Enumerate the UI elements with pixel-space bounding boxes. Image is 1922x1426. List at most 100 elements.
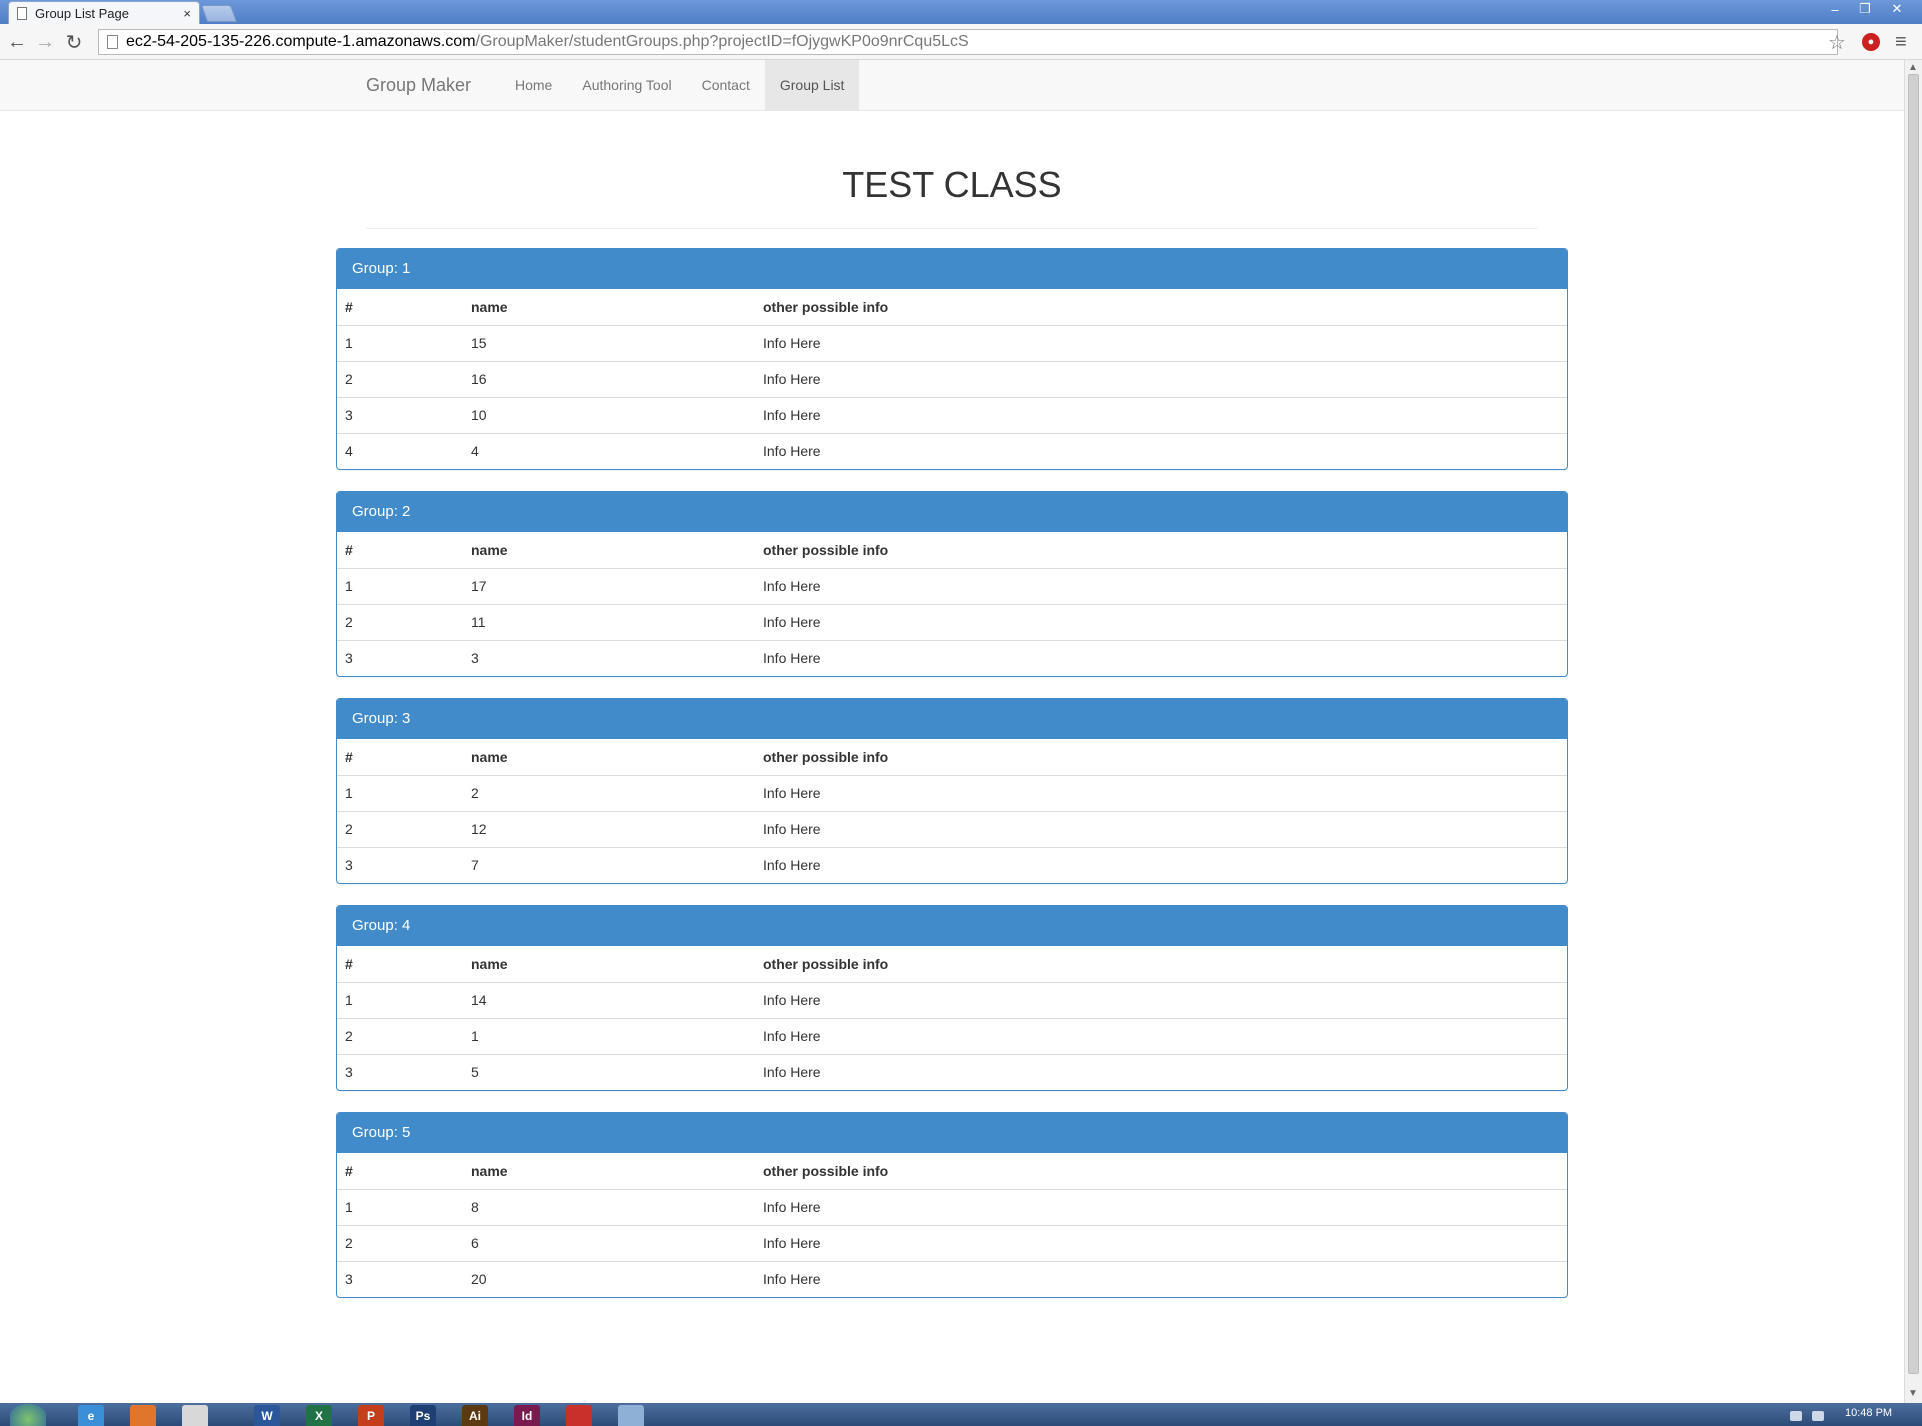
group-panel: Group: 2 # name other possible info 1 17 Info … <box>336 491 1568 677</box>
window-close-icon[interactable]: ✕ <box>1882 0 1912 18</box>
browser-tab[interactable]: Group List Page × <box>8 1 200 24</box>
table-row: 1 2 Info Here <box>337 774 1567 811</box>
os-taskbar: e W X P Ps Ai Id 10:48 PM <box>0 1403 1922 1426</box>
group-table: # name other possible info 1 2 Info Here 2 12 In… <box>337 739 1567 883</box>
taskbar-paint-icon[interactable] <box>618 1405 644 1426</box>
group-title: Group: 1 <box>337 249 1567 289</box>
taskbar-word-icon[interactable]: W <box>254 1405 280 1426</box>
taskbar-powerpoint-icon[interactable]: P <box>358 1405 384 1426</box>
member-info: Info Here <box>755 360 1567 397</box>
reload-icon[interactable]: ↻ <box>62 30 86 54</box>
member-info: Info Here <box>755 639 1567 676</box>
forward-icon[interactable]: → <box>33 30 57 54</box>
app-navbar: Group Maker Home Authoring Tool Contact Gro… <box>0 60 1904 111</box>
table-row: 3 3 Info Here <box>337 639 1567 676</box>
member-info: Info Here <box>755 1017 1567 1054</box>
table-header-row: # name other possible info <box>337 289 1567 325</box>
group-panel: Group: 5 # name other possible info 1 8 Info H… <box>336 1112 1568 1298</box>
table-row: 2 6 Info Here <box>337 1224 1567 1261</box>
table-row: 3 5 Info Here <box>337 1053 1567 1090</box>
table-row: 3 7 Info Here <box>337 846 1567 883</box>
member-name: 1 <box>463 1017 755 1054</box>
url-path: /GroupMaker/studentGroups.php?projectID=… <box>475 33 969 50</box>
row-number: 3 <box>337 639 463 676</box>
page-viewport: Group Maker Home Authoring Tool Contact Gro… <box>0 60 1904 1403</box>
table-row: 4 4 Info Here <box>337 432 1567 469</box>
taskbar-acrobat-icon[interactable] <box>566 1405 592 1426</box>
column-header: # <box>345 1162 353 1179</box>
column-header: other possible info <box>763 1162 889 1179</box>
row-number: 2 <box>337 603 463 640</box>
group-title: Group: 2 <box>337 492 1567 532</box>
table-header-row: # name other possible info <box>337 739 1567 775</box>
nav-link-group-list[interactable]: Group List <box>764 60 860 110</box>
table-row: 3 20 Info Here <box>337 1260 1567 1297</box>
member-info: Info Here <box>755 396 1567 433</box>
clock[interactable]: 10:48 PM <box>1845 1407 1892 1419</box>
member-info: Info Here <box>755 1224 1567 1261</box>
page-icon <box>107 35 118 49</box>
document-icon <box>17 6 27 20</box>
table-row: 1 17 Info Here <box>337 567 1567 604</box>
taskbar-firefox-icon[interactable] <box>130 1405 156 1426</box>
member-info: Info Here <box>755 603 1567 640</box>
bookmark-star-icon[interactable]: ☆ <box>1828 30 1846 55</box>
column-header: other possible info <box>763 955 889 972</box>
table-row: 3 10 Info Here <box>337 396 1567 433</box>
table-row: 2 16 Info Here <box>337 360 1567 397</box>
new-tab-button[interactable] <box>200 5 238 22</box>
taskbar-excel-icon[interactable]: X <box>306 1405 332 1426</box>
group-table: # name other possible info 1 8 Info Here 2 6 Inf… <box>337 1153 1567 1297</box>
column-header: # <box>345 955 353 972</box>
member-name: 16 <box>463 360 755 397</box>
taskbar-photoshop-icon[interactable]: Ps <box>410 1405 436 1426</box>
browser-toolbar: ← → ↻ ec2-54-205-135-226.compute-1.amazo… <box>0 24 1922 60</box>
row-number: 3 <box>337 1053 463 1090</box>
nav-links: Home Authoring Tool Contact Group List <box>500 60 860 110</box>
url-host: ec2-54-205-135-226.compute-1.amazonaws.c… <box>126 33 476 50</box>
table-row: 2 12 Info Here <box>337 810 1567 847</box>
taskbar-illustrator-icon[interactable]: Ai <box>462 1405 488 1426</box>
table-row: 1 8 Info Here <box>337 1188 1567 1225</box>
extension-icon[interactable]: ● <box>1862 33 1880 51</box>
row-number: 3 <box>337 846 463 883</box>
row-number: 1 <box>337 567 463 604</box>
member-name: 5 <box>463 1053 755 1090</box>
column-header: name <box>471 748 508 765</box>
vertical-scrollbar[interactable]: ▲ ▼ <box>1904 60 1922 1403</box>
group-title: Group: 3 <box>337 699 1567 739</box>
nav-link-authoring-tool[interactable]: Authoring Tool <box>567 60 686 110</box>
address-bar[interactable]: ec2-54-205-135-226.compute-1.amazonaws.c… <box>98 29 1838 55</box>
scroll-thumb[interactable] <box>1908 74 1919 1374</box>
volume-icon[interactable] <box>1812 1411 1824 1421</box>
column-header: name <box>471 1162 508 1179</box>
column-header: # <box>345 298 353 315</box>
scroll-up-icon[interactable]: ▲ <box>1908 62 1918 73</box>
browser-titlebar: Group List Page × – ❐ ✕ <box>0 0 1922 24</box>
close-icon[interactable]: × <box>183 6 191 21</box>
hamburger-menu-icon[interactable]: ≡ <box>1895 31 1907 54</box>
member-info: Info Here <box>755 1260 1567 1297</box>
nav-link-home[interactable]: Home <box>500 60 567 110</box>
network-icon[interactable] <box>1790 1411 1802 1421</box>
taskbar-indesign-icon[interactable]: Id <box>514 1405 540 1426</box>
group-table: # name other possible info 1 14 Info Here 2 1 In… <box>337 946 1567 1090</box>
taskbar-ie-icon[interactable]: e <box>78 1405 104 1426</box>
group-panel: Group: 3 # name other possible info 1 2 Info H… <box>336 698 1568 884</box>
start-button[interactable] <box>10 1404 46 1426</box>
scroll-down-icon[interactable]: ▼ <box>1908 1388 1918 1399</box>
taskbar-chrome-icon[interactable] <box>182 1405 208 1426</box>
member-name: 4 <box>463 432 755 469</box>
member-name: 15 <box>463 324 755 361</box>
row-number: 2 <box>337 360 463 397</box>
restore-icon[interactable]: ❐ <box>1850 0 1880 18</box>
brand-link[interactable]: Group Maker <box>366 60 471 110</box>
back-icon[interactable]: ← <box>5 30 29 54</box>
page-title: TEST CLASS <box>842 164 1062 205</box>
member-name: 2 <box>463 774 755 811</box>
minimize-icon[interactable]: – <box>1820 0 1850 18</box>
member-name: 17 <box>463 567 755 604</box>
table-row: 2 1 Info Here <box>337 1017 1567 1054</box>
nav-link-contact[interactable]: Contact <box>687 60 765 110</box>
column-header: name <box>471 541 508 558</box>
